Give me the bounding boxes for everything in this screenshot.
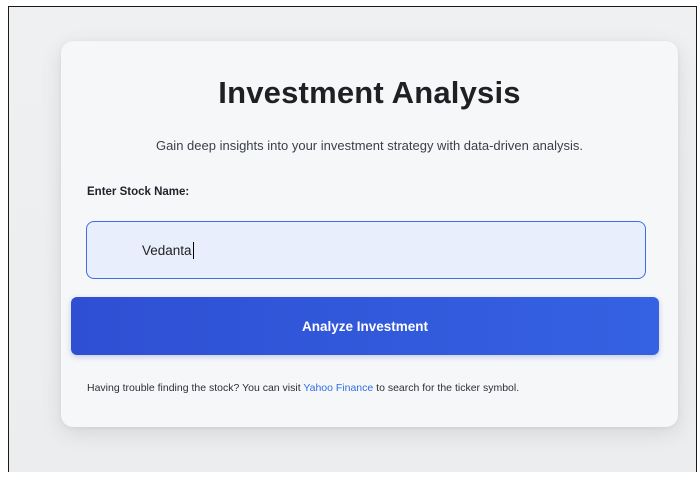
page-subtitle: Gain deep insights into your investment … xyxy=(155,138,584,153)
analysis-card: Investment Analysis Gain deep insights i… xyxy=(61,41,678,427)
analyze-investment-button[interactable]: Analyze Investment xyxy=(71,297,659,355)
yahoo-finance-link[interactable]: Yahoo Finance xyxy=(303,382,373,394)
stock-name-label: Enter Stock Name: xyxy=(87,186,190,198)
help-text: Having trouble finding the stock? You ca… xyxy=(87,382,519,394)
help-text-prefix: Having trouble finding the stock? You ca… xyxy=(87,382,304,394)
stock-name-input-value-wrapper: Vedanta xyxy=(142,241,194,259)
stock-name-input[interactable]: Vedanta xyxy=(86,221,646,279)
browser-viewport: Investment Analysis Gain deep insights i… xyxy=(8,6,697,472)
page-title: Investment Analysis xyxy=(218,75,521,110)
stock-name-input-value: Vedanta xyxy=(142,242,192,258)
help-text-suffix: to search for the ticker symbol. xyxy=(373,382,520,394)
text-caret xyxy=(192,241,194,259)
